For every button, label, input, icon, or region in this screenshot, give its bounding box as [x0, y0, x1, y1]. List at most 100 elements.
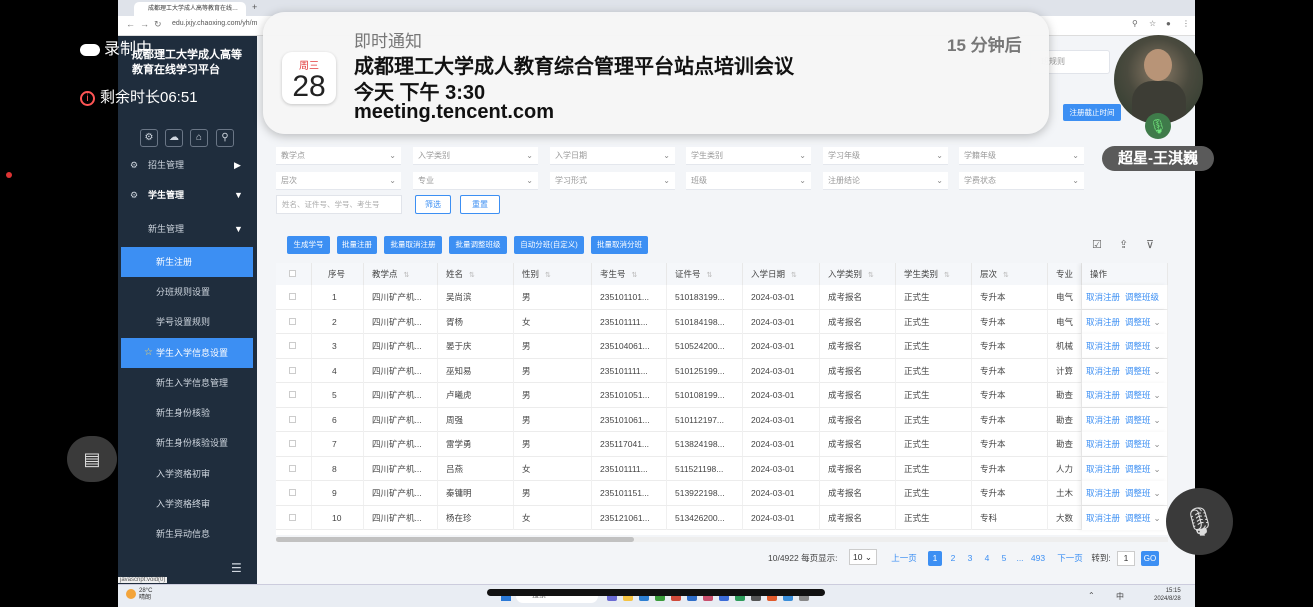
sort-icon[interactable]: ⇅ — [707, 272, 713, 279]
chevron-down-icon[interactable]: ⌄ — [1154, 366, 1161, 376]
chat-icon[interactable]: ▤ — [67, 436, 117, 482]
page-link[interactable]: 4 — [980, 551, 994, 566]
row-checkbox[interactable] — [276, 456, 312, 481]
column-header[interactable]: 姓名 ⇅ — [438, 263, 514, 285]
row-checkbox[interactable] — [276, 407, 312, 432]
table-row[interactable]: 2 四川矿产机... 胥杨女 235101111... 510184198... 2024… — [276, 309, 1168, 334]
page-link[interactable]: 1 — [928, 551, 942, 566]
action-button[interactable]: 生成学号 — [287, 236, 330, 254]
cancel-register-link[interactable]: 取消注册 — [1086, 415, 1120, 425]
row-checkbox[interactable] — [276, 383, 312, 407]
adjust-class-link[interactable]: 调整班 — [1125, 415, 1151, 425]
prev-page-link[interactable]: 上一页 — [890, 551, 918, 566]
page-link[interactable]: 493 — [1026, 551, 1050, 566]
profile-icon[interactable]: ● — [1166, 19, 1171, 28]
weather-widget[interactable]: 28°C 晴朗 — [139, 588, 152, 602]
notification-link[interactable]: meeting.tencent.com — [354, 101, 554, 124]
settings-icon[interactable]: ⚙ — [140, 129, 158, 147]
sidebar-item[interactable]: 入学资格初审 — [118, 459, 257, 489]
row-checkbox[interactable] — [276, 309, 312, 334]
tray-arrow-icon[interactable]: ⌃ — [1088, 591, 1095, 600]
column-header[interactable]: 学生类别 ⇅ — [896, 263, 972, 285]
back-icon[interactable]: ← — [126, 19, 135, 29]
menu-icon[interactable]: ⋮ — [1182, 19, 1190, 28]
new-tab-button[interactable]: + — [252, 2, 257, 12]
cancel-register-link[interactable]: 取消注册 — [1086, 292, 1120, 302]
column-header[interactable]: 专业 — [1048, 263, 1082, 285]
filter-select[interactable]: 学费状态 ⌄ — [959, 172, 1084, 190]
table-row[interactable]: 8 四川矿产机... 吕燕女 235101111... 511521198... 2024… — [276, 456, 1168, 481]
chevron-down-icon[interactable]: ⌄ — [1154, 439, 1161, 449]
row-checkbox[interactable] — [276, 481, 312, 505]
clock[interactable]: 15:15 2024/8/28 — [1154, 587, 1181, 603]
chevron-down-icon[interactable]: ⌄ — [1154, 341, 1161, 351]
sort-icon[interactable]: ⇅ — [632, 272, 638, 279]
cancel-register-link[interactable]: 取消注册 — [1086, 390, 1120, 400]
sort-icon[interactable]: ⇅ — [944, 272, 950, 279]
filter-select[interactable]: 学习形式 ⌄ — [550, 172, 675, 190]
chevron-down-icon[interactable]: ⌄ — [1154, 317, 1161, 327]
table-row[interactable]: 4 四川矿产机... 巫知易男 235101111... 510125199... 202… — [276, 358, 1168, 383]
table-row[interactable]: 9 四川矿产机... 秦镛明男 235101151... 513922198... 202… — [276, 481, 1168, 506]
mic-on-icon[interactable]: 🎙 — [1145, 113, 1171, 139]
action-button[interactable]: 批量注册 — [337, 236, 377, 254]
adjust-class-link[interactable]: 调整班 — [1125, 317, 1151, 327]
cancel-register-link[interactable]: 取消注册 — [1086, 464, 1120, 474]
action-button[interactable]: 自动分班(自定义) — [514, 236, 584, 254]
sidebar-item[interactable]: 新生入学信息管理 — [118, 368, 257, 398]
url-text[interactable]: edu.jxjy.chaoxing.com/yh/m — [172, 20, 257, 27]
chevron-down-icon[interactable]: ⌄ — [1154, 464, 1161, 474]
column-header[interactable]: 操作 — [1082, 263, 1168, 285]
cancel-register-link[interactable]: 取消注册 — [1086, 439, 1120, 449]
share-scroll-indicator[interactable] — [487, 589, 825, 596]
sort-icon[interactable]: ⇅ — [469, 272, 475, 279]
sidebar-item[interactable]: 新生身份核验设置 — [118, 428, 257, 458]
sidebar-item[interactable]: 新生异动信息 — [118, 519, 257, 549]
search-icon[interactable]: ⚲ — [216, 129, 234, 147]
recording-status[interactable]: 录制中 ⌄ — [80, 35, 167, 59]
table-row[interactable]: 3 四川矿产机... 晏于庆男 235104061... 510524200... 202… — [276, 334, 1168, 359]
goto-input[interactable]: 1 — [1117, 551, 1135, 566]
page-link[interactable]: 5 — [997, 551, 1011, 566]
reload-icon[interactable]: ↻ — [154, 19, 162, 30]
adjust-class-link[interactable]: 调整班 — [1125, 366, 1151, 376]
sidebar-item[interactable]: 新生管理 ▼ — [118, 214, 257, 244]
check-icon[interactable]: ☑ — [1092, 238, 1102, 251]
select-all-checkbox[interactable] — [276, 263, 312, 285]
sidebar-item[interactable]: ☆ 学生入学信息设置 — [121, 338, 253, 368]
page-link[interactable]: 2 — [946, 551, 960, 566]
column-header[interactable]: 入学日期 ⇅ — [743, 263, 820, 285]
row-checkbox[interactable] — [276, 358, 312, 383]
filter-select[interactable]: 学籍年级 ⌄ — [959, 147, 1084, 165]
column-header[interactable]: 序号 — [312, 263, 364, 285]
action-button[interactable]: 批量取消分班 — [591, 236, 648, 254]
export-icon[interactable]: ⇪ — [1119, 238, 1128, 251]
chevron-down-icon[interactable]: ⌄ — [1154, 390, 1161, 400]
column-header[interactable]: 入学类别 ⇅ — [820, 263, 896, 285]
cancel-register-link[interactable]: 取消注册 — [1086, 513, 1120, 523]
sidebar-item[interactable]: 新生注册 — [121, 247, 253, 277]
action-button[interactable]: 批量取消注册 — [384, 236, 442, 254]
row-checkbox[interactable] — [276, 432, 312, 456]
home-icon[interactable]: ⌂ — [190, 129, 208, 147]
scrollbar-thumb[interactable] — [276, 537, 634, 542]
sort-icon[interactable]: ⇅ — [545, 272, 551, 279]
filter-select[interactable]: 注册结论 ⌄ — [823, 172, 948, 190]
zoom-icon[interactable]: ⚲ — [1132, 19, 1138, 28]
per-page-select[interactable]: 10 ⌄ — [849, 549, 877, 565]
ime-indicator[interactable]: 中 — [1116, 591, 1124, 602]
column-header[interactable]: 教学点 ⇅ — [364, 263, 438, 285]
sort-icon[interactable]: ⇅ — [791, 272, 797, 279]
cloud-icon[interactable]: ☁ — [165, 129, 183, 147]
table-row[interactable]: 7 四川矿产机... 雷学勇男 235117041... 513824198... 202… — [276, 432, 1168, 457]
page-link[interactable]: 3 — [963, 551, 977, 566]
column-header[interactable]: 性别 ⇅ — [514, 263, 592, 285]
table-row[interactable]: 5 四川矿产机... 卢曦虎男 235101051... 510108199... 202… — [276, 383, 1168, 408]
filter-select[interactable]: 入学日期 ⌄ — [550, 147, 675, 165]
star-icon[interactable]: ☆ — [1149, 19, 1156, 28]
cancel-register-link[interactable]: 取消注册 — [1086, 366, 1120, 376]
browser-tab[interactable]: 成都理工大学成人高等教育在线… — [134, 2, 246, 16]
chevron-down-icon[interactable]: ⌄ — [1154, 513, 1161, 523]
adjust-class-link[interactable]: 调整班 — [1125, 390, 1151, 400]
cancel-register-link[interactable]: 取消注册 — [1086, 317, 1120, 327]
